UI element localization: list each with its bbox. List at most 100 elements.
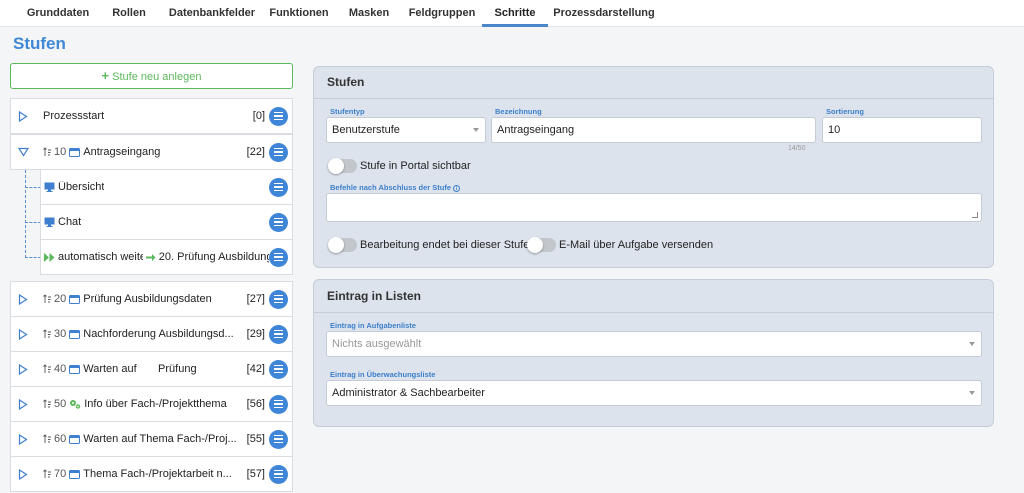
aufgabenliste-label: Eintrag in Aufgabenliste — [330, 321, 416, 330]
step-menu-button[interactable] — [269, 142, 288, 162]
sort-icon — [43, 294, 51, 303]
collapse-icon[interactable] — [11, 147, 35, 157]
chevron-down-icon — [473, 128, 479, 132]
tree-connector — [25, 257, 41, 258]
aufgabenliste-select[interactable]: Nichts ausgewählt — [326, 331, 982, 357]
step-count: [55] — [246, 433, 265, 445]
add-step-label: Stufe neu anlegen — [112, 71, 202, 83]
bezeichnung-input[interactable]: Antragseingang — [491, 117, 816, 143]
window-icon — [69, 329, 81, 339]
tab-datenbankfelder[interactable]: Datenbankfelder — [164, 0, 260, 27]
step-menu-button[interactable] — [269, 106, 288, 126]
bearbeitung-endet-label: Bearbeitung endet bei dieser Stufe — [360, 239, 530, 251]
expand-icon[interactable] — [11, 293, 35, 305]
sort-icon — [43, 329, 51, 338]
befehle-textarea[interactable] — [326, 193, 982, 222]
tab-rollen[interactable]: Rollen — [104, 0, 154, 27]
bearbeitung-endet-toggle[interactable] — [328, 237, 357, 253]
step-label: Antragseingang — [69, 146, 246, 158]
window-icon — [69, 147, 81, 157]
sort-icon — [43, 364, 51, 373]
substep-item-automatisch-weiter[interactable]: automatisch weiter 20. Prüfung Ausbildung… — [40, 239, 293, 275]
step-count: [22] — [246, 146, 265, 158]
sort-icon — [43, 469, 51, 478]
sort-order: 60 — [43, 433, 66, 445]
bezeichnung-label: Bezeichnung — [495, 107, 542, 116]
window-icon — [69, 434, 81, 444]
substep-menu-button[interactable] — [269, 177, 288, 197]
sort-order: 40 — [43, 363, 66, 375]
add-step-button[interactable]: + Stufe neu anlegen — [10, 63, 293, 89]
step-menu-button[interactable] — [269, 359, 288, 379]
panel-divider — [314, 98, 993, 99]
sort-order: 10 — [43, 146, 66, 158]
portal-visible-label: Stufe in Portal sichtbar — [360, 160, 471, 172]
tab-prozessdarstellung[interactable]: Prozessdarstellung — [552, 0, 656, 27]
step-count: [56] — [246, 398, 265, 410]
sort-icon — [43, 434, 51, 443]
info-icon[interactable]: i — [453, 184, 461, 192]
substep-label: automatisch weiter 20. Prüfung Ausbildung… — [44, 251, 269, 263]
tab-schritte[interactable]: Schritte — [482, 0, 548, 27]
substep-menu-button[interactable] — [269, 212, 288, 232]
step-item-antragseingang[interactable]: 10 Antragseingang [22] — [10, 134, 293, 170]
tab-masken[interactable]: Masken — [342, 0, 396, 27]
char-counter: 14/50 — [788, 145, 806, 152]
step-count: [0] — [252, 110, 265, 122]
step-menu-button[interactable] — [269, 324, 288, 344]
expand-icon[interactable] — [11, 398, 35, 410]
expand-icon[interactable] — [11, 328, 35, 340]
step-item-warten-pruefung[interactable]: 40 Warten auf Prüfung [42] — [10, 351, 293, 387]
step-label: Info über Fach-/Projektthema — [69, 398, 246, 410]
step-label: Warten auf Prüfung — [69, 363, 246, 375]
step-item-warten-thema[interactable]: 60 Warten auf Thema Fach-/Proj... [55] — [10, 421, 293, 457]
chevron-down-icon — [969, 342, 975, 346]
stufen-panel-title: Stufen — [327, 75, 365, 89]
step-item-prozessstart[interactable]: Prozessstart [0] — [10, 98, 293, 134]
sort-icon — [43, 399, 51, 408]
substep-label: Chat — [44, 216, 269, 228]
sortierung-input[interactable]: 10 — [822, 117, 982, 143]
resize-handle-icon[interactable] — [972, 212, 978, 218]
step-menu-button[interactable] — [269, 464, 288, 484]
step-item-nachforderung[interactable]: 30 Nachforderung Ausbildungsd... [29] — [10, 316, 293, 352]
expand-icon[interactable] — [11, 110, 35, 122]
substep-item-uebersicht[interactable]: Übersicht — [40, 169, 293, 205]
substep-label: Übersicht — [44, 181, 269, 193]
sort-order: 20 — [43, 293, 66, 305]
tab-feldgruppen[interactable]: Feldgruppen — [406, 0, 478, 27]
step-item-info-fachthema[interactable]: 50 Info über Fach-/Projektthema [56] — [10, 386, 293, 422]
substep-menu-button[interactable] — [269, 247, 288, 267]
expand-icon[interactable] — [11, 468, 35, 480]
step-menu-button[interactable] — [269, 429, 288, 449]
ueberwachungsliste-select[interactable]: Administrator & Sachbearbeiter — [326, 380, 982, 406]
email-toggle[interactable] — [527, 237, 556, 253]
ueberwachungsliste-label: Eintrag in Überwachungsliste — [330, 370, 436, 379]
portal-visible-toggle[interactable] — [328, 158, 357, 174]
listen-panel-title: Eintrag in Listen — [327, 289, 422, 303]
substep-item-chat[interactable]: Chat — [40, 204, 293, 240]
step-menu-button[interactable] — [269, 289, 288, 309]
fast-forward-icon — [44, 252, 55, 262]
expand-icon[interactable] — [11, 433, 35, 445]
chevron-down-icon — [969, 391, 975, 395]
step-menu-button[interactable] — [269, 394, 288, 414]
sort-order: 30 — [43, 328, 66, 340]
step-item-thema-projektarbeit[interactable]: 70 Thema Fach-/Projektarbeit n... [57] — [10, 456, 293, 492]
tab-funktionen[interactable]: Funktionen — [266, 0, 332, 27]
step-label: Prüfung Ausbildungsdaten — [69, 293, 246, 305]
step-item-pruefung-ausbildungsdaten[interactable]: 20 Prüfung Ausbildungsdaten [27] — [10, 281, 293, 317]
step-count: [29] — [246, 328, 265, 340]
tab-grunddaten[interactable]: Grunddaten — [20, 0, 96, 27]
step-label: Prozessstart — [43, 110, 105, 122]
sortierung-label: Sortierung — [826, 107, 864, 116]
arrow-right-icon — [145, 253, 156, 261]
gears-icon — [70, 400, 81, 409]
tab-bar: Grunddaten Rollen Datenbankfelder Funkti… — [0, 0, 1024, 27]
window-icon — [69, 469, 81, 479]
step-count: [57] — [246, 468, 265, 480]
stufen-panel: Stufen Stufentyp Benutzerstufe Bezeichnu… — [313, 66, 994, 268]
stufentyp-select[interactable]: Benutzerstufe — [326, 117, 486, 143]
expand-icon[interactable] — [11, 363, 35, 375]
stufentyp-label: Stufentyp — [330, 107, 365, 116]
